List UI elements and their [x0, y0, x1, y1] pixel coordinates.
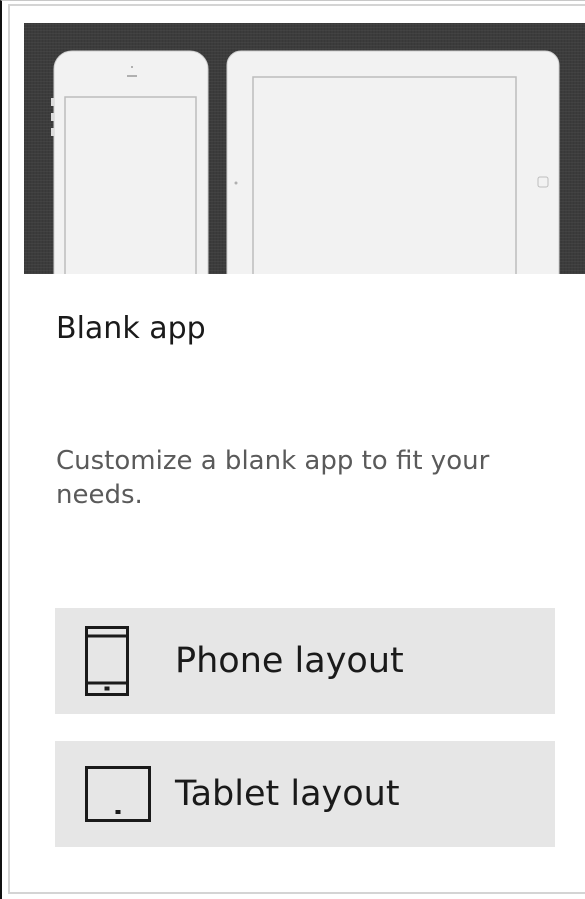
tablet-icon: [85, 766, 151, 826]
phone-mockup: [51, 50, 209, 274]
phone-icon: [85, 626, 129, 700]
phone-layout-button[interactable]: Phone layout: [55, 608, 555, 714]
preview-image: [24, 23, 585, 274]
tablet-layout-button[interactable]: Tablet layout: [55, 741, 555, 847]
device-mockups: [51, 50, 560, 274]
template-description: Customize a blank app to fit your needs.: [56, 446, 490, 510]
phone-layout-label: Phone layout: [175, 641, 404, 681]
template-title: Blank app: [56, 311, 206, 346]
blank-app-card[interactable]: Blank app Customize a blank app to fit y…: [0, 0, 585, 899]
tablet-mockup: [226, 50, 560, 274]
tablet-layout-label: Tablet layout: [175, 774, 400, 814]
